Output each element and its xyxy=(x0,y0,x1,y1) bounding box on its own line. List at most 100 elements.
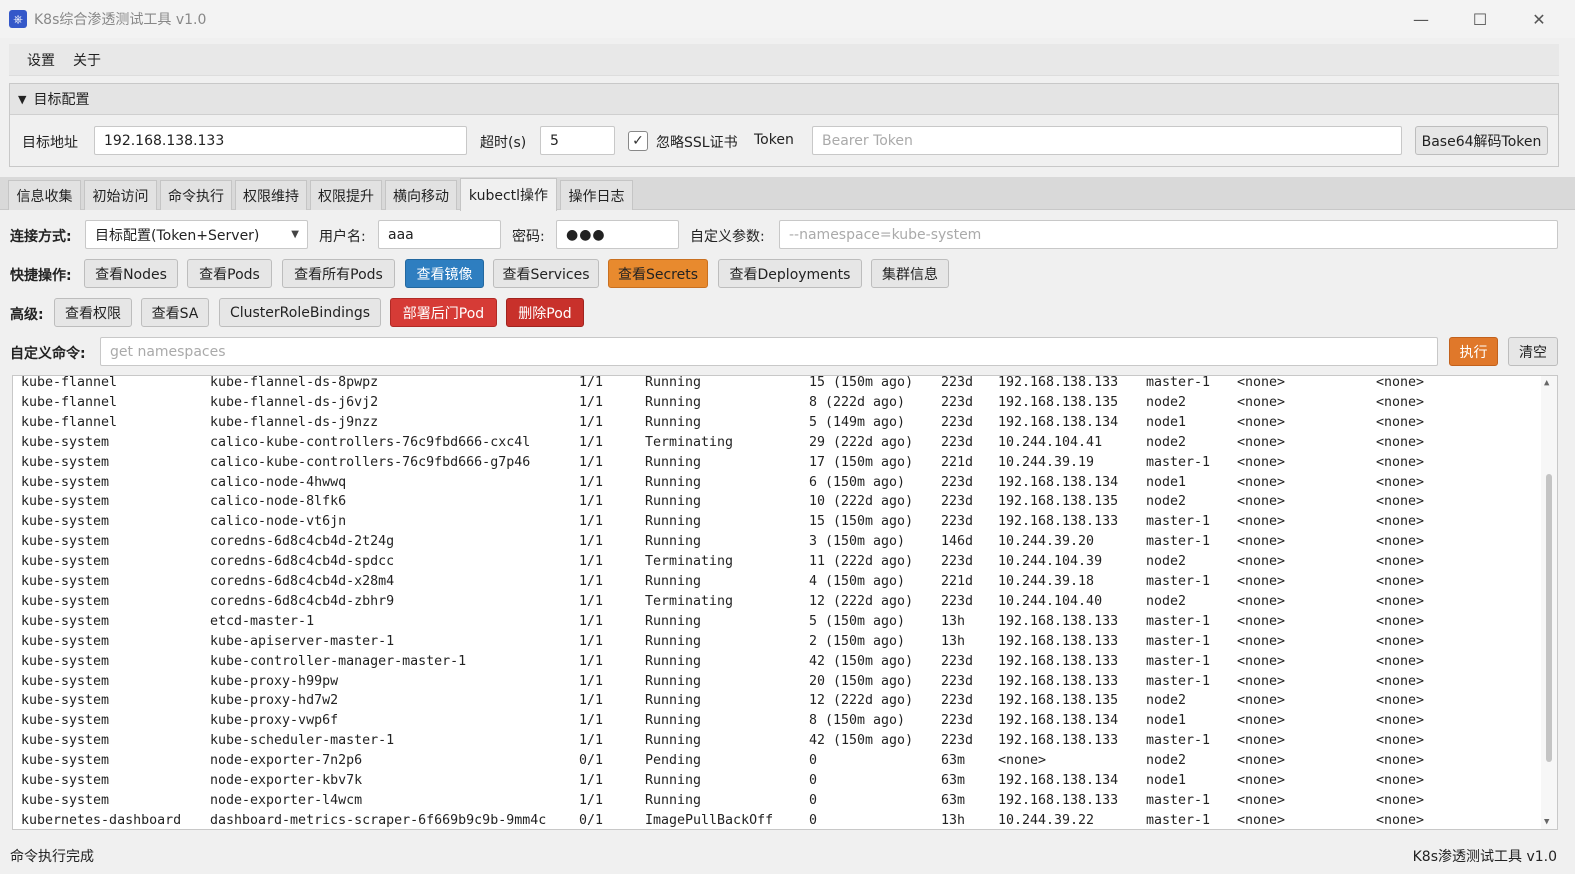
cell-readiness-gates: <none> xyxy=(1376,713,1425,729)
cell-restarts: 12 (222d ago) xyxy=(809,693,914,709)
table-row: kube-system calico-node-4hwwq 1/1 Running 6 … xyxy=(13,475,1543,495)
username-input[interactable]: aaa xyxy=(378,220,501,249)
cell-node: master-1 xyxy=(1146,812,1211,828)
cell-nominated-node: <none> xyxy=(1237,474,1286,490)
timeout-input[interactable]: 5 xyxy=(540,126,615,155)
scroll-up-icon[interactable]: ▲ xyxy=(1544,378,1549,388)
cell-namespace: kube-system xyxy=(21,434,110,450)
tab-kubectl[interactable]: kubectl操作 xyxy=(460,178,557,211)
close-button[interactable]: ✕ xyxy=(1510,0,1568,38)
custom-command-input[interactable]: get namespaces xyxy=(100,337,1438,366)
cell-restarts: 3 (150m ago) xyxy=(809,534,906,550)
menu-settings[interactable]: 设置 xyxy=(9,50,65,70)
cell-restarts: 5 (150m ago) xyxy=(809,613,906,629)
cell-readiness-gates: <none> xyxy=(1376,414,1425,430)
custom-params-label: 自定义参数: xyxy=(690,229,765,245)
cell-namespace: kube-system xyxy=(21,733,110,749)
delete-pod-button[interactable]: 删除Pod xyxy=(506,298,584,327)
token-input[interactable]: Bearer Token xyxy=(812,126,1402,155)
cell-age: 63m xyxy=(941,773,966,788)
target-config-header[interactable]: ▼ 目标配置 xyxy=(10,84,1558,115)
cell-ip: 192.168.138.133 xyxy=(998,375,1119,390)
cell-name: kube-apiserver-master-1 xyxy=(210,633,395,649)
cell-node: master-1 xyxy=(1146,613,1211,629)
table-row: kube-system calico-kube-controllers-76c9f… xyxy=(13,455,1543,475)
cell-node: node2 xyxy=(1146,434,1187,450)
view-permissions-button[interactable]: 查看权限 xyxy=(54,298,132,327)
view-sa-button[interactable]: 查看SA xyxy=(141,298,209,327)
tab-persistence[interactable]: 权限维持 xyxy=(235,180,307,210)
cell-ip: 10.244.39.20 xyxy=(998,534,1095,550)
tab-info-gathering[interactable]: 信息收集 xyxy=(8,180,81,210)
status-app-version: K8s渗透测试工具 v1.0 xyxy=(1412,849,1557,865)
cell-readiness-gates: <none> xyxy=(1376,474,1425,490)
custom-params-input[interactable]: --namespace=kube-system xyxy=(779,220,1558,249)
tab-initial-access[interactable]: 初始访问 xyxy=(84,180,157,210)
cell-ip: 10.244.104.39 xyxy=(998,554,1103,570)
menu-about[interactable]: 关于 xyxy=(65,50,111,70)
checkmark-icon: ✓ xyxy=(632,133,644,149)
cell-ip: 192.168.138.133 xyxy=(998,613,1119,629)
cell-namespace: kube-system xyxy=(21,673,110,689)
cell-ip: 192.168.138.134 xyxy=(998,713,1119,729)
cell-nominated-node: <none> xyxy=(1237,633,1286,649)
cell-status: Running xyxy=(645,454,702,470)
maximize-button[interactable]: ☐ xyxy=(1451,0,1509,38)
token-label: Token xyxy=(754,132,794,148)
cell-status: Running xyxy=(645,673,702,689)
cell-status: Running xyxy=(645,613,702,629)
scroll-down-icon[interactable]: ▼ xyxy=(1544,817,1549,827)
view-secrets-button[interactable]: 查看Secrets xyxy=(608,259,708,288)
cell-ip: 192.168.138.133 xyxy=(998,792,1119,808)
cell-status: Running xyxy=(645,574,702,589)
cell-age: 63m xyxy=(941,792,966,808)
cell-ready: 1/1 xyxy=(579,414,604,430)
password-label: 密码: xyxy=(512,229,545,245)
cell-readiness-gates: <none> xyxy=(1376,534,1425,550)
tab-command-exec[interactable]: 命令执行 xyxy=(160,180,232,210)
cell-namespace: kube-system xyxy=(21,554,110,570)
base64-decode-token-button[interactable]: Base64解码Token xyxy=(1415,126,1548,155)
cell-node: master-1 xyxy=(1146,534,1211,550)
tab-privilege-escalation[interactable]: 权限提升 xyxy=(310,180,382,210)
view-all-pods-button[interactable]: 查看所有Pods xyxy=(282,259,395,288)
cell-status: ImagePullBackOff xyxy=(645,812,774,828)
cell-node: node2 xyxy=(1146,593,1187,609)
tab-operation-log[interactable]: 操作日志 xyxy=(560,180,633,210)
cell-nominated-node: <none> xyxy=(1237,773,1286,788)
cell-node: master-1 xyxy=(1146,733,1211,749)
cell-nominated-node: <none> xyxy=(1237,394,1286,410)
cell-status: Running xyxy=(645,792,702,808)
connect-mode-value: 目标配置(Token+Server) xyxy=(95,227,260,244)
command-output[interactable]: kube-flannel kube-flannel-ds-8pwpz 1/1 Runn… xyxy=(12,375,1558,830)
vertical-scrollbar[interactable]: ▲ ▼ xyxy=(1541,376,1557,829)
cell-ready: 1/1 xyxy=(579,673,604,689)
view-nodes-button[interactable]: 查看Nodes xyxy=(84,259,178,288)
connect-mode-select[interactable]: 目标配置(Token+Server) ▼ xyxy=(85,220,308,249)
tab-lateral-movement[interactable]: 横向移动 xyxy=(385,180,457,210)
view-deployments-button[interactable]: 查看Deployments xyxy=(718,259,862,288)
cell-age: 223d xyxy=(941,713,974,729)
deploy-backdoor-pod-button[interactable]: 部署后门Pod xyxy=(390,298,497,327)
view-images-button[interactable]: 查看镜像 xyxy=(405,259,484,288)
cell-namespace: kube-system xyxy=(21,753,110,769)
cluster-info-button[interactable]: 集群信息 xyxy=(871,259,949,288)
cell-ready: 1/1 xyxy=(579,773,604,788)
cluster-role-bindings-button[interactable]: ClusterRoleBindings xyxy=(219,298,381,327)
view-services-button[interactable]: 查看Services xyxy=(493,259,599,288)
scrollbar-thumb[interactable] xyxy=(1546,474,1552,762)
cell-nominated-node: <none> xyxy=(1237,812,1286,828)
view-pods-button[interactable]: 查看Pods xyxy=(187,259,272,288)
password-input[interactable]: ●●● xyxy=(556,220,679,249)
ignore-ssl-checkbox[interactable]: ✓ xyxy=(628,131,648,151)
address-input[interactable]: 192.168.138.133 xyxy=(94,126,467,155)
execute-button[interactable]: 执行 xyxy=(1449,337,1498,366)
cell-age: 223d xyxy=(941,653,974,669)
title-bar: ⎈ K8s综合渗透测试工具 v1.0 xyxy=(0,0,1575,38)
minimize-button[interactable]: — xyxy=(1392,0,1450,38)
table-row: kube-system kube-scheduler-master-1 1/1 Run… xyxy=(13,733,1543,753)
cell-namespace: kube-system xyxy=(21,514,110,530)
status-message: 命令执行完成 xyxy=(10,849,94,865)
cell-ready: 0/1 xyxy=(579,812,604,828)
clear-button[interactable]: 清空 xyxy=(1508,337,1558,366)
